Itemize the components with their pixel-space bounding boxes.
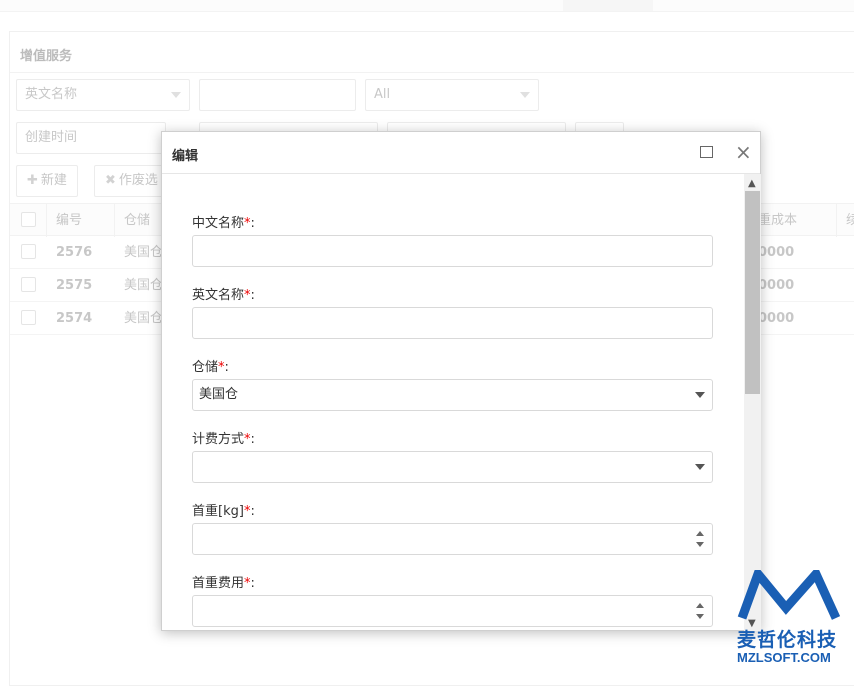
dialog-body: 中文名称*: 英文名称*: 仓储*: 美国仓 计费方式*: 首重[kg]*: 首… — [162, 174, 744, 630]
spin-down-icon[interactable] — [696, 542, 704, 547]
warehouse-label-text: 仓储 — [192, 360, 219, 375]
edit-dialog: 编辑 × 中文名称*: 英文名称*: 仓储*: 美国仓 计费方式*: 首重[kg… — [161, 131, 761, 631]
cn-name-label-text: 中文名称 — [192, 216, 245, 231]
first-fee-label-text: 首重费用 — [192, 576, 245, 591]
en-name-label: 英文名称*: — [192, 284, 255, 303]
label-colon: : — [250, 216, 255, 231]
label-colon: : — [250, 504, 255, 519]
spin-up-icon[interactable] — [696, 531, 704, 536]
billing-label: 计费方式*: — [192, 428, 255, 447]
first-fee-label: 首重费用*: — [192, 572, 255, 591]
billing-label-text: 计费方式 — [192, 432, 245, 447]
en-name-label-text: 英文名称 — [192, 288, 245, 303]
label-colon: : — [224, 360, 229, 375]
close-icon[interactable]: × — [735, 140, 752, 164]
label-colon: : — [250, 432, 255, 447]
label-colon: : — [250, 576, 255, 591]
dialog-title: 编辑 — [172, 149, 199, 164]
scroll-up-icon[interactable]: ▲ — [748, 178, 756, 189]
chevron-down-icon — [695, 392, 705, 398]
watermark-cn: 麦哲伦科技 — [737, 629, 838, 651]
dialog-scrollbar[interactable]: ▲ ▼ — [744, 174, 761, 631]
scrollbar-thumb[interactable] — [745, 191, 760, 394]
maximize-icon[interactable] — [700, 146, 713, 158]
cn-name-field[interactable] — [192, 235, 713, 267]
watermark-en: MZLSOFT.COM — [737, 650, 831, 665]
label-colon: : — [250, 288, 255, 303]
warehouse-select[interactable]: 美国仓 — [192, 379, 713, 411]
warehouse-select-value: 美国仓 — [199, 387, 239, 402]
first-weight-field[interactable] — [192, 523, 713, 555]
first-fee-field[interactable] — [192, 595, 713, 627]
billing-select[interactable] — [192, 451, 713, 483]
warehouse-label: 仓储*: — [192, 356, 229, 375]
spin-up-icon[interactable] — [696, 603, 704, 608]
first-weight-label-text: 首重[kg] — [192, 504, 244, 519]
cn-name-label: 中文名称*: — [192, 212, 255, 231]
spin-down-icon[interactable] — [696, 614, 704, 619]
chevron-down-icon — [695, 464, 705, 470]
first-weight-label: 首重[kg]*: — [192, 500, 255, 519]
en-name-field[interactable] — [192, 307, 713, 339]
